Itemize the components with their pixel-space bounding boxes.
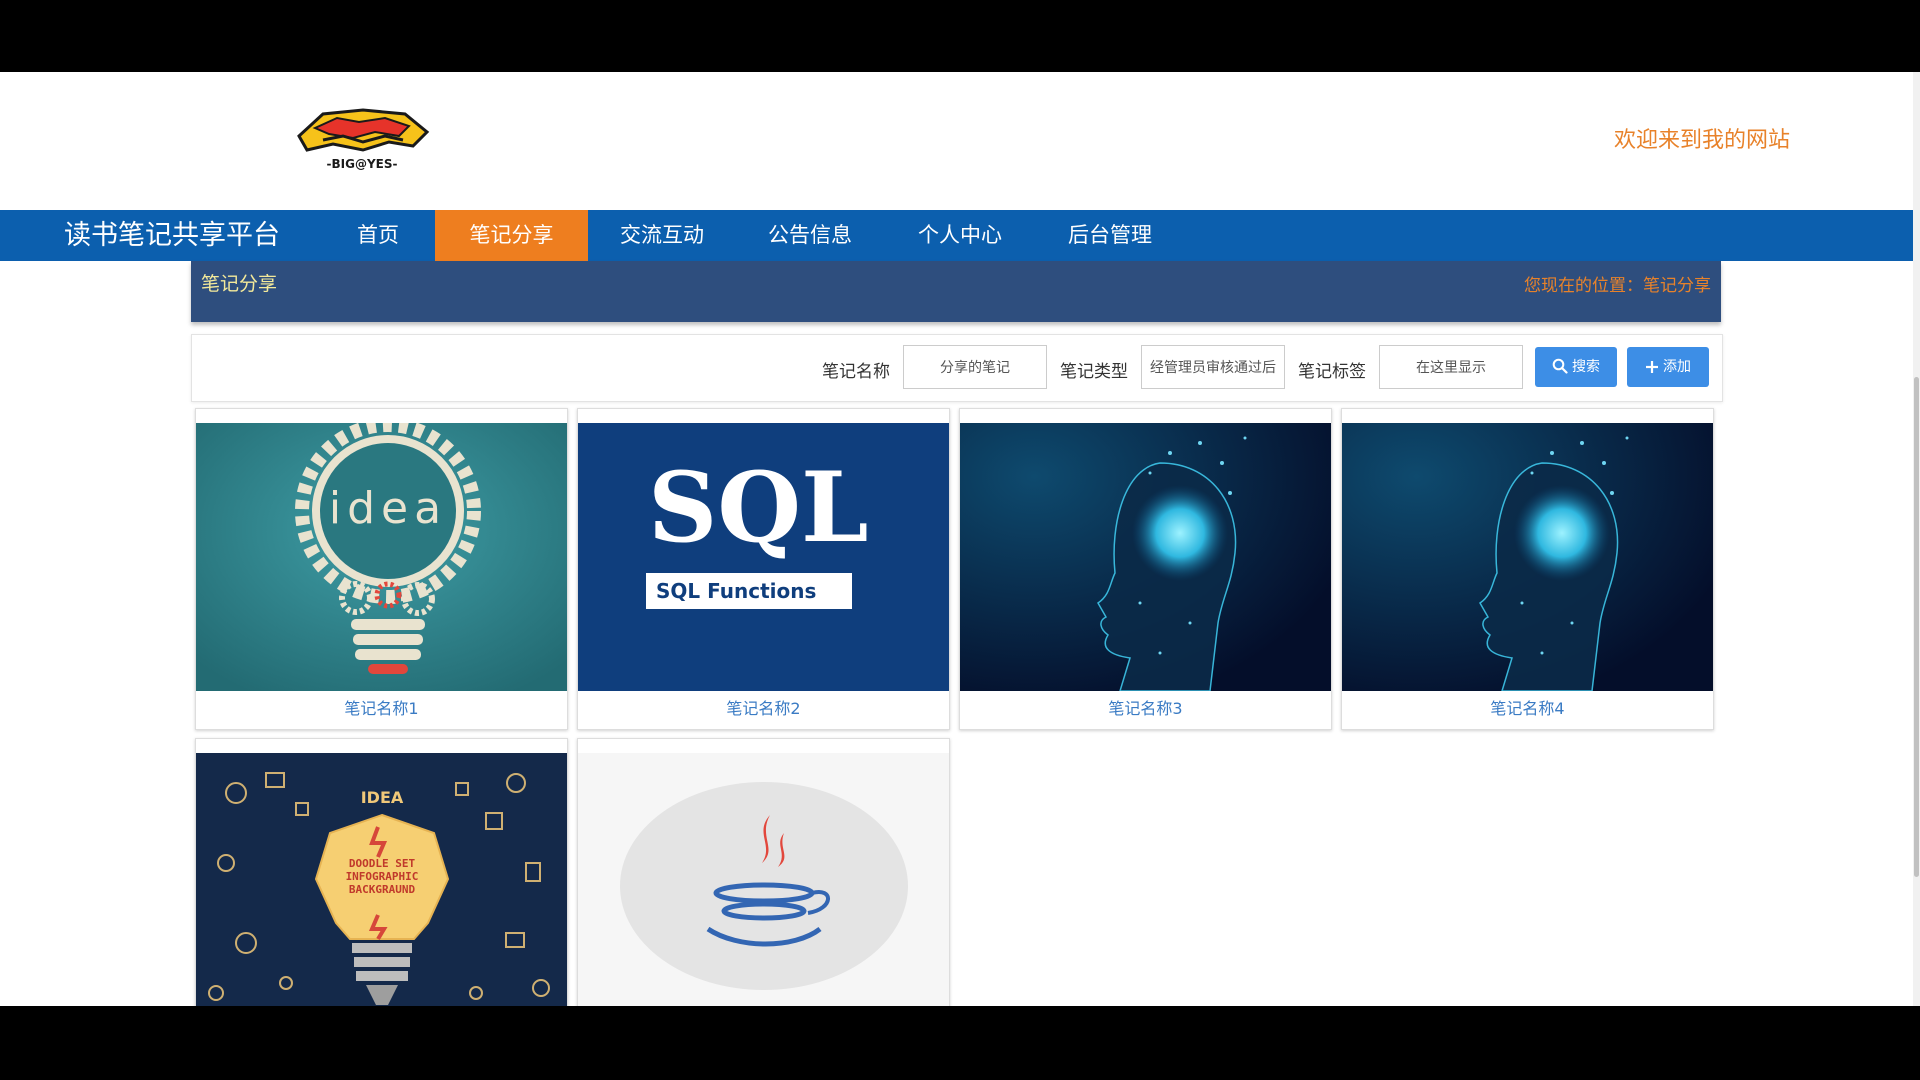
note-name-input[interactable] (903, 345, 1047, 389)
note-card[interactable] (577, 738, 950, 1006)
search-form: 笔记名称 笔记类型 笔记标签 搜索 添加 (191, 334, 1723, 402)
page-scrollbar[interactable] (1913, 72, 1920, 1006)
svg-text:idea: idea (329, 483, 447, 534)
svg-text:SQL: SQL (648, 451, 868, 564)
note-tag-label: 笔记标签 (1298, 362, 1366, 382)
nav-personal-center[interactable]: 个人中心 (910, 210, 1010, 261)
plus-icon (1646, 361, 1658, 373)
add-button[interactable]: 添加 (1627, 347, 1709, 387)
browser-viewport: -BIG@YES- 欢迎来到我的网站 读书笔记共享平台 首页 笔记分享 交流互动… (0, 72, 1913, 1006)
svg-text:SQL Functions: SQL Functions (656, 579, 816, 603)
note-card-name[interactable]: 笔记名称3 (960, 695, 1331, 719)
note-card[interactable]: SQL SQL Functions 笔记名称2 (577, 408, 950, 730)
note-image-java[interactable] (578, 753, 949, 1006)
welcome-text: 欢迎来到我的网站 (1614, 128, 1791, 153)
svg-text:-BIG@YES-: -BIG@YES- (327, 157, 398, 171)
note-image-ai-brain[interactable] (960, 423, 1331, 691)
note-card-name[interactable]: 笔记名称4 (1342, 695, 1713, 719)
nav-admin[interactable]: 后台管理 (1060, 210, 1160, 261)
note-image-ai-brain[interactable] (1342, 423, 1713, 691)
nav-note-share[interactable]: 笔记分享 (435, 210, 588, 261)
note-card[interactable]: idea 笔记名称1 (195, 408, 568, 730)
note-card-name[interactable]: 笔记名称1 (196, 695, 567, 719)
nav-announcements[interactable]: 公告信息 (760, 210, 860, 261)
search-button-label: 搜索 (1572, 359, 1600, 375)
note-card-name[interactable]: 笔记名称2 (578, 695, 949, 719)
nav-interaction[interactable]: 交流互动 (612, 210, 712, 261)
add-button-label: 添加 (1663, 359, 1691, 375)
breadcrumb-bar: 笔记分享 您现在的位置：笔记分享 (191, 261, 1721, 322)
site-header: -BIG@YES- 欢迎来到我的网站 (0, 72, 1913, 210)
note-card[interactable]: 笔记名称4 (1341, 408, 1714, 730)
note-image-idea[interactable]: idea (196, 423, 567, 691)
note-type-input[interactable] (1141, 345, 1285, 389)
note-card[interactable]: IDEA DOODLE SET INFOGRAPHIC BACKGRAUND (195, 738, 568, 1006)
main-navbar: 读书笔记共享平台 首页 笔记分享 交流互动 公告信息 个人中心 后台管理 (0, 210, 1913, 261)
note-image-sql[interactable]: SQL SQL Functions (578, 423, 949, 691)
note-image-doodle[interactable]: IDEA DOODLE SET INFOGRAPHIC BACKGRAUND (196, 753, 567, 1006)
scrollbar-thumb[interactable] (1914, 377, 1919, 877)
search-icon (1552, 358, 1568, 374)
breadcrumb: 您现在的位置：笔记分享 (1524, 276, 1711, 296)
svg-text:IDEA: IDEA (361, 788, 404, 807)
note-tag-input[interactable] (1379, 345, 1523, 389)
site-logo[interactable]: -BIG@YES- (293, 106, 431, 176)
site-title[interactable]: 读书笔记共享平台 (64, 210, 280, 261)
search-button[interactable]: 搜索 (1535, 347, 1617, 387)
page-title: 笔记分享 (201, 273, 278, 295)
note-card[interactable]: 笔记名称3 (959, 408, 1332, 730)
note-name-label: 笔记名称 (822, 362, 890, 382)
note-type-label: 笔记类型 (1060, 362, 1128, 382)
nav-home[interactable]: 首页 (345, 210, 411, 261)
